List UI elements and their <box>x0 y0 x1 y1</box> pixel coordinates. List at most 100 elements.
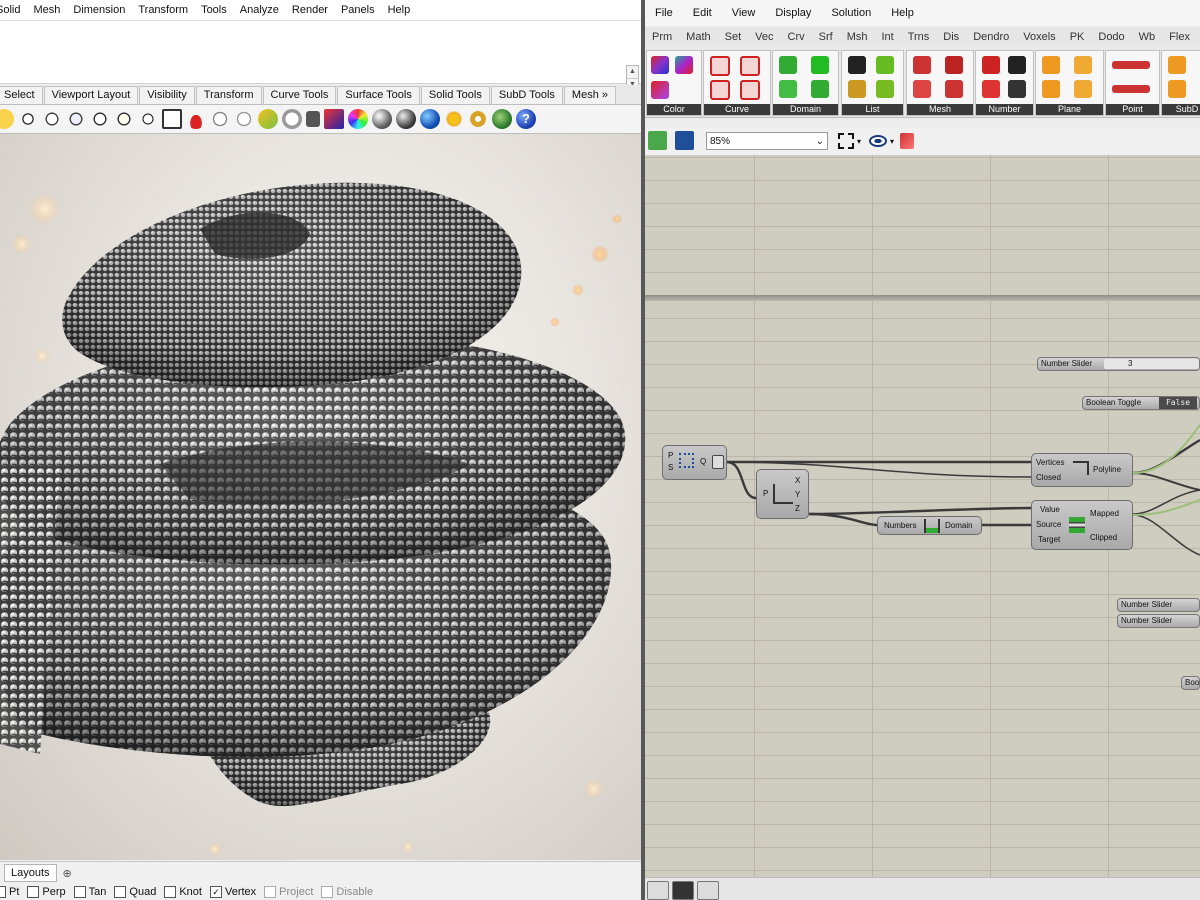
sketch-brush-icon[interactable] <box>900 133 915 149</box>
port-x[interactable]: X <box>795 476 800 485</box>
gh-menu-edit[interactable]: Edit <box>683 7 722 19</box>
domain-divide-icon[interactable] <box>779 80 797 98</box>
color-wheel-icon[interactable] <box>348 109 368 129</box>
tab-transform[interactable]: Transform <box>195 86 262 104</box>
gh-tab-set[interactable]: Set <box>718 31 749 43</box>
gh-tab-msh[interactable]: Msh <box>840 31 875 43</box>
menu-tools[interactable]: Tools <box>197 4 240 16</box>
port-source[interactable]: Source <box>1036 520 1061 529</box>
port-value[interactable]: Value <box>1040 505 1060 514</box>
checkbox[interactable] <box>27 886 40 898</box>
rendered-sphere-icon[interactable] <box>420 109 440 129</box>
color-pick-icon[interactable] <box>651 81 669 99</box>
port-s[interactable]: S <box>668 463 673 472</box>
checkbox[interactable] <box>321 886 334 898</box>
number-slider-c[interactable]: Number Slider <box>1117 614 1200 628</box>
rotate-view-icon[interactable] <box>138 109 158 129</box>
plane-xy-icon[interactable] <box>1042 56 1060 74</box>
port-closed[interactable]: Closed <box>1036 473 1061 482</box>
gh-menu-display[interactable]: Display <box>765 7 821 19</box>
toggle-value[interactable]: False <box>1159 397 1197 409</box>
number-random-icon[interactable] <box>982 80 1000 98</box>
remap-numbers-component[interactable]: Value Source Target Mapped Clipped <box>1031 500 1133 550</box>
zoom-icon[interactable] <box>42 109 62 129</box>
render-sphere-icon[interactable] <box>372 109 392 129</box>
port-z[interactable]: Z <box>795 504 800 513</box>
boolean-cut-component[interactable]: Boo <box>1181 676 1200 690</box>
list-split-icon[interactable] <box>876 56 894 74</box>
save-file-icon[interactable] <box>675 131 694 150</box>
osnap-tan[interactable]: Tan <box>73 886 106 898</box>
port-vertices[interactable]: Vertices <box>1036 458 1064 467</box>
gh-menu-view[interactable]: View <box>722 7 766 19</box>
port-q[interactable]: Q <box>700 457 706 466</box>
point-cull-icon[interactable] <box>1112 61 1150 69</box>
slider-track[interactable]: 3 <box>1104 359 1199 369</box>
add-layout-icon[interactable]: ⊕ <box>63 867 72 880</box>
port-clipped[interactable]: Clipped <box>1090 533 1117 542</box>
osnap-knot[interactable]: Knot <box>164 886 202 898</box>
curve-extend-icon[interactable] <box>710 80 730 100</box>
status-button-3-icon[interactable] <box>697 881 719 900</box>
port-p[interactable]: P <box>763 489 768 498</box>
menu-transform[interactable]: Transform <box>134 4 201 16</box>
car-icon[interactable] <box>186 109 206 129</box>
plane-align-icon[interactable] <box>1074 80 1092 98</box>
gh-canvas[interactable]: Number Slider 3 Boolean Toggle False P S… <box>645 155 1200 877</box>
deconstruct-point-component[interactable]: P X Y Z <box>756 469 809 519</box>
checkbox[interactable] <box>164 886 177 898</box>
menu-mesh[interactable]: Mesh <box>29 4 73 16</box>
list-item-icon[interactable] <box>848 56 866 74</box>
gh-tab-pk[interactable]: PK <box>1063 31 1092 43</box>
options-gear-icon[interactable] <box>468 109 488 129</box>
osnap-pt[interactable]: Pt <box>0 886 19 898</box>
gh-tab-dis[interactable]: Dis <box>936 31 966 43</box>
populate-component[interactable]: P S Q <box>662 445 727 480</box>
checkbox[interactable] <box>264 886 277 898</box>
menu-analyze[interactable]: Analyze <box>236 4 292 16</box>
color-drops-icon[interactable] <box>675 56 693 74</box>
lock-icon[interactable] <box>306 111 320 127</box>
gh-tab-trns[interactable]: Trns <box>901 31 937 43</box>
checkbox[interactable] <box>73 886 86 898</box>
tab-surface-tools[interactable]: Surface Tools <box>337 86 420 104</box>
chevron-down-icon[interactable]: ▾ <box>890 137 894 146</box>
osnap-project[interactable]: Project <box>264 886 313 898</box>
zoom-extents-icon[interactable] <box>838 133 854 149</box>
tab-viewport-layout[interactable]: Viewport Layout <box>43 86 139 104</box>
number-slider-top[interactable]: Number Slider 3 <box>1037 357 1200 371</box>
gh-tab-int[interactable]: Int <box>874 31 900 43</box>
help-icon[interactable]: ? <box>516 109 536 129</box>
mesh-brep-icon[interactable] <box>945 56 963 74</box>
gh-menu-solution[interactable]: Solution <box>821 7 881 19</box>
gh-menu-file[interactable]: File <box>645 7 683 19</box>
gh-tab-math[interactable]: Math <box>679 31 717 43</box>
gh-tab-dendro[interactable]: Dendro <box>966 31 1016 43</box>
gh-tab-dodo[interactable]: Dodo <box>1091 31 1131 43</box>
port-y[interactable]: Y <box>795 490 800 499</box>
scroll-up-icon[interactable]: ▲ <box>627 66 638 79</box>
chevron-down-icon[interactable]: ⌄ <box>816 136 824 147</box>
status-button-1-icon[interactable] <box>647 881 669 900</box>
tab-curve-tools[interactable]: Curve Tools <box>262 86 337 104</box>
gh-menu-help[interactable]: Help <box>881 7 924 19</box>
checkbox[interactable] <box>114 886 127 898</box>
mesh-weld-icon[interactable] <box>945 80 963 98</box>
command-history[interactable]: ▲▼ <box>0 21 641 103</box>
boolean-toggle[interactable]: Boolean Toggle False <box>1082 396 1200 410</box>
polyline-component[interactable]: Vertices Closed Polyline <box>1031 453 1133 487</box>
open-file-icon[interactable] <box>648 131 667 150</box>
number-series-icon[interactable] <box>982 56 1000 74</box>
osnap-quad[interactable]: Quad <box>114 886 156 898</box>
menu-render[interactable]: Render <box>288 4 341 16</box>
tab-solid-tools[interactable]: Solid Tools <box>420 86 490 104</box>
tab-visibility[interactable]: Visibility <box>139 86 195 104</box>
zoom-window-icon[interactable] <box>66 109 86 129</box>
perspective-viewport[interactable] <box>0 134 641 860</box>
chevron-down-icon[interactable]: ▾ <box>857 137 861 146</box>
domain-construct-icon[interactable] <box>779 56 797 74</box>
mesh-join-icon[interactable] <box>913 80 931 98</box>
zoom-extents-icon[interactable] <box>90 109 110 129</box>
gh-tab-wb[interactable]: Wb <box>1132 31 1163 43</box>
zoom-selected-icon[interactable] <box>114 109 134 129</box>
